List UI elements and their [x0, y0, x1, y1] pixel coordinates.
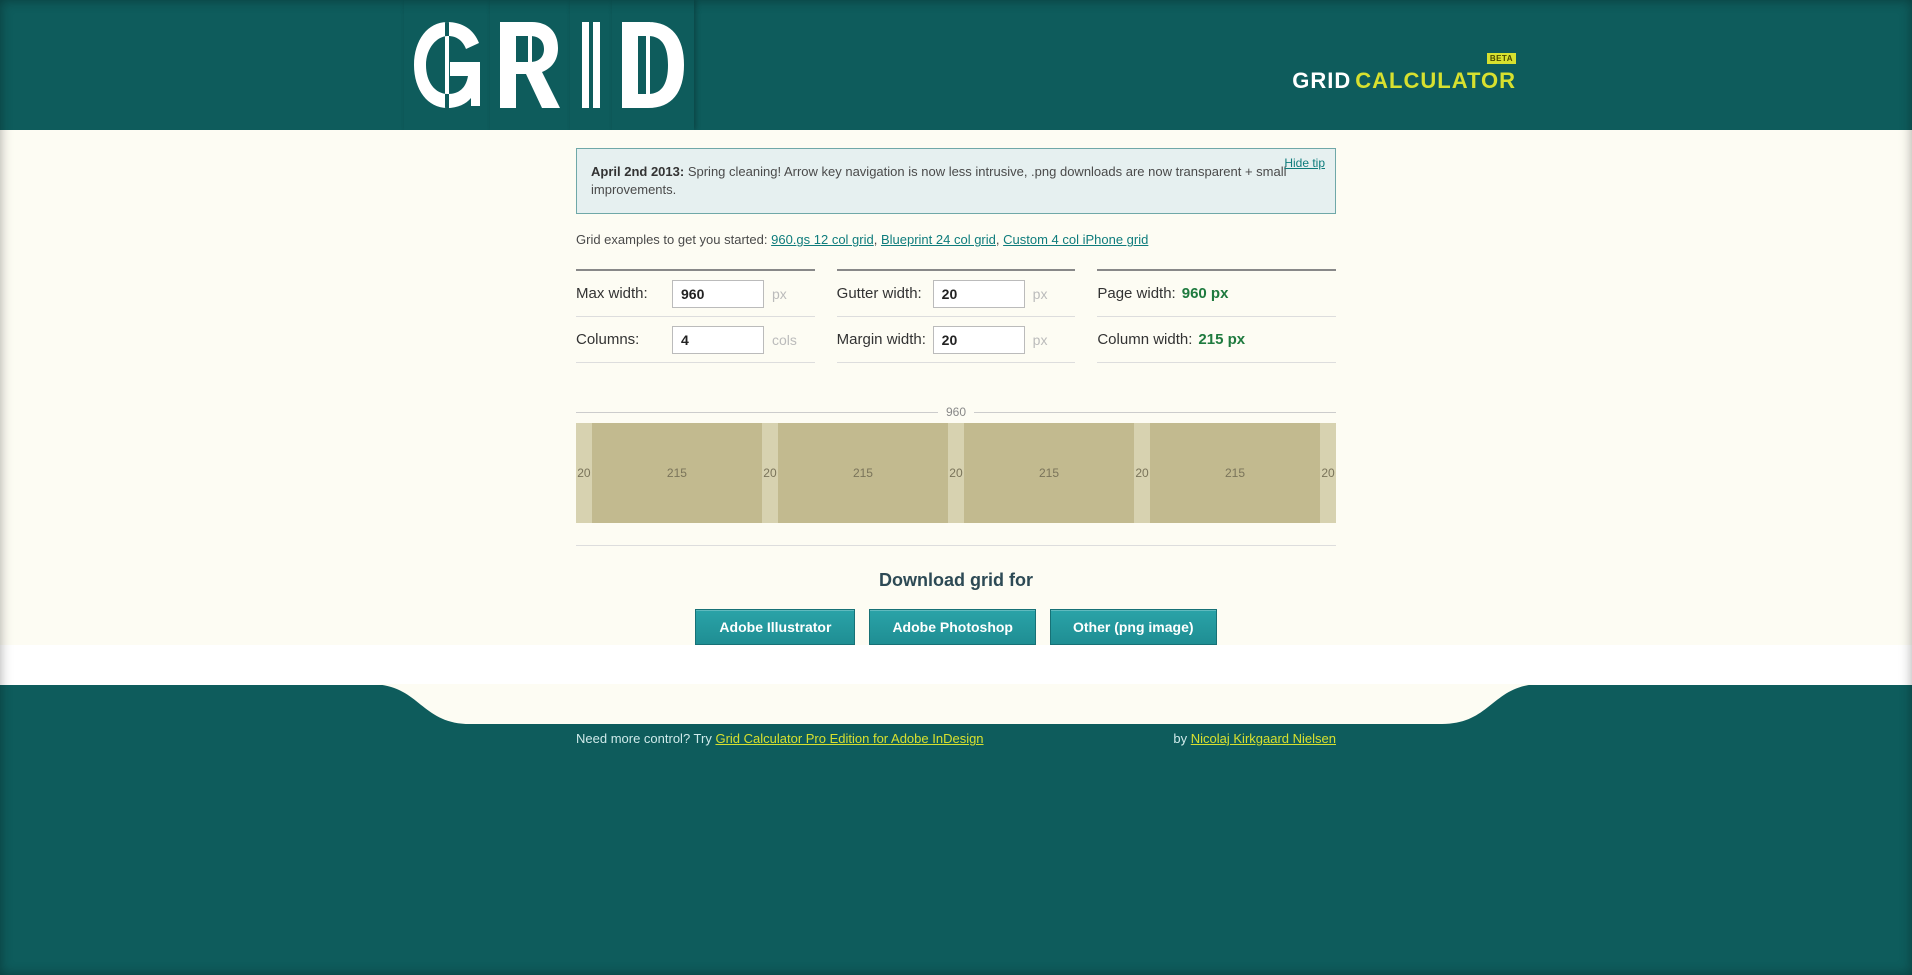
- download-illustrator-button[interactable]: Adobe Illustrator: [695, 609, 855, 645]
- preview-col: 215: [592, 423, 762, 523]
- footer-author-link[interactable]: Nicolaj Kirkgaard Nielsen: [1191, 731, 1336, 746]
- logo: [404, 0, 694, 130]
- site-footer: Need more control? Try Grid Calculator P…: [0, 685, 1912, 975]
- example-link[interactable]: Custom 4 col iPhone grid: [1003, 232, 1148, 247]
- preview-col: 215: [1150, 423, 1320, 523]
- preview-gutter: 20: [762, 423, 778, 523]
- gutter-unit: px: [1033, 286, 1048, 302]
- beta-badge: BETA: [1487, 53, 1516, 64]
- preview-total: 960: [938, 405, 974, 419]
- tip-box: Hide tip April 2nd 2013: Spring cleaning…: [576, 148, 1336, 214]
- download-title: Download grid for: [576, 570, 1336, 591]
- footer-pro-link[interactable]: Grid Calculator Pro Edition for Adobe In…: [715, 731, 983, 746]
- preview-col: 215: [778, 423, 948, 523]
- preview-gutter: 20: [948, 423, 964, 523]
- columns-input[interactable]: [672, 326, 764, 354]
- footer-right: by Nicolaj Kirkgaard Nielsen: [1173, 731, 1336, 746]
- example-link[interactable]: 960.gs 12 col grid: [771, 232, 874, 247]
- controls-col-2: Gutter width: px Margin width: px: [837, 269, 1076, 363]
- column-width-value: 215 px: [1198, 331, 1245, 348]
- preview-gutter: 20: [1134, 423, 1150, 523]
- columns-label: Columns:: [576, 331, 672, 348]
- download-photoshop-button[interactable]: Adobe Photoshop: [869, 609, 1036, 645]
- max-width-input[interactable]: [672, 280, 764, 308]
- download-png-button[interactable]: Other (png image): [1050, 609, 1217, 645]
- preview-col: 215: [964, 423, 1134, 523]
- margin-input[interactable]: [933, 326, 1025, 354]
- grid-preview: 960 2021520215202152021520: [576, 405, 1336, 546]
- results-col: Page width: 960 px Column width: 215 px: [1097, 269, 1336, 363]
- max-width-label: Max width:: [576, 285, 672, 302]
- page-width-label: Page width:: [1097, 285, 1175, 302]
- examples-intro: Grid examples to get you started: 960.gs…: [576, 232, 1336, 247]
- gutter-input[interactable]: [933, 280, 1025, 308]
- margin-unit: px: [1033, 332, 1048, 348]
- example-link[interactable]: Blueprint 24 col grid: [881, 232, 996, 247]
- page-width-value: 960 px: [1182, 285, 1229, 302]
- preview-margin: 20: [1320, 423, 1336, 523]
- preview-margin: 20: [576, 423, 592, 523]
- gutter-label: Gutter width:: [837, 285, 933, 302]
- tip-date: April 2nd 2013:: [591, 164, 684, 179]
- columns-unit: cols: [772, 332, 797, 348]
- main-content: Hide tip April 2nd 2013: Spring cleaning…: [0, 130, 1912, 645]
- max-width-unit: px: [772, 286, 787, 302]
- column-width-label: Column width:: [1097, 331, 1192, 348]
- hide-tip-link[interactable]: Hide tip: [1284, 155, 1325, 172]
- site-header: BETA GRIDCALCULATOR: [0, 0, 1912, 130]
- controls-col-1: Max width: px Columns: cols: [576, 269, 815, 363]
- margin-label: Margin width:: [837, 331, 933, 348]
- brand-title: GRIDCALCULATOR: [1292, 68, 1516, 94]
- tip-text: Spring cleaning! Arrow key navigation is…: [591, 164, 1287, 197]
- footer-left: Need more control? Try Grid Calculator P…: [576, 731, 984, 746]
